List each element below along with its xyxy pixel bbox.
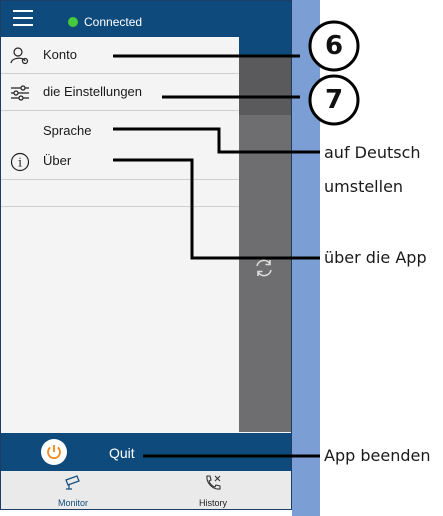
callout-about: über die App [324, 248, 427, 267]
menu-item-label: Sprache [43, 123, 92, 138]
main-content-overlay[interactable] [239, 37, 291, 432]
status-indicator-icon [68, 17, 78, 27]
nav-label: History [198, 498, 227, 508]
callout-language-line2: umstellen [324, 177, 404, 196]
nav-monitor[interactable]: Monitor [23, 474, 123, 508]
menu-item-einstellungen[interactable]: die Einstellungen [1, 74, 239, 111]
menu-item-label: Über [43, 153, 72, 168]
connection-status: Connected [84, 15, 143, 29]
quit-label: Quit [109, 445, 135, 461]
power-icon [47, 445, 61, 459]
info-icon: i [10, 152, 30, 172]
quit-bar[interactable]: Quit [1, 433, 291, 471]
phone-history-icon [206, 475, 221, 490]
side-menu: Konto die Einstellungen Sprache i Über [1, 37, 239, 432]
menu-item-konto[interactable]: Konto [1, 37, 239, 74]
menu-empty-row [1, 180, 239, 207]
account-settings-icon [10, 47, 29, 65]
badge-7: 7 [324, 85, 344, 115]
badge-6: 6 [324, 31, 344, 61]
camera-icon [65, 475, 80, 490]
svg-text:i: i [18, 156, 22, 170]
nav-label: Monitor [57, 498, 88, 508]
bottom-navigation: Monitor History [1, 471, 291, 509]
menu-item-label: Konto [43, 47, 77, 62]
menu-item-label: die Einstellungen [43, 84, 143, 99]
nav-history[interactable]: History [163, 474, 263, 508]
sliders-icon [11, 85, 29, 101]
callout-language-line1: auf Deutsch [324, 143, 421, 162]
app-header: Connected [1, 1, 291, 37]
quit-button[interactable] [41, 439, 67, 465]
app-screen: Connected Konto die Einstellungen Sprach… [0, 0, 292, 510]
callout-quit: App beenden [324, 446, 431, 465]
hamburger-menu-icon[interactable] [13, 10, 33, 26]
menu-item-ueber[interactable]: i Über [1, 143, 239, 180]
refresh-icon[interactable] [253, 257, 275, 279]
